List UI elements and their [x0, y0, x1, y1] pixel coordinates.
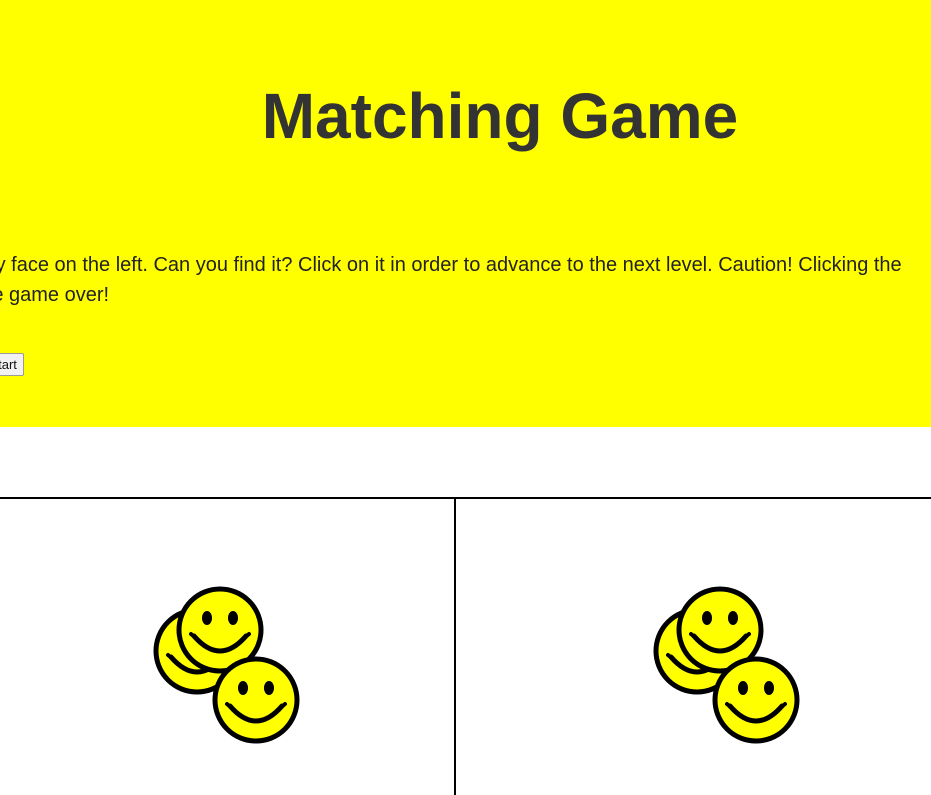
header-banner: Matching Game Click on the extra smily f… — [0, 0, 931, 427]
game-board — [0, 497, 931, 795]
board-divider — [454, 499, 456, 795]
instructions-text: Click on the extra smily face on the lef… — [0, 254, 902, 306]
smiley-face-icon — [710, 654, 802, 746]
smiley-face-icon[interactable] — [210, 654, 302, 746]
restart-button[interactable]: Restart — [0, 353, 24, 376]
page-title: Matching Game — [261, 80, 739, 152]
